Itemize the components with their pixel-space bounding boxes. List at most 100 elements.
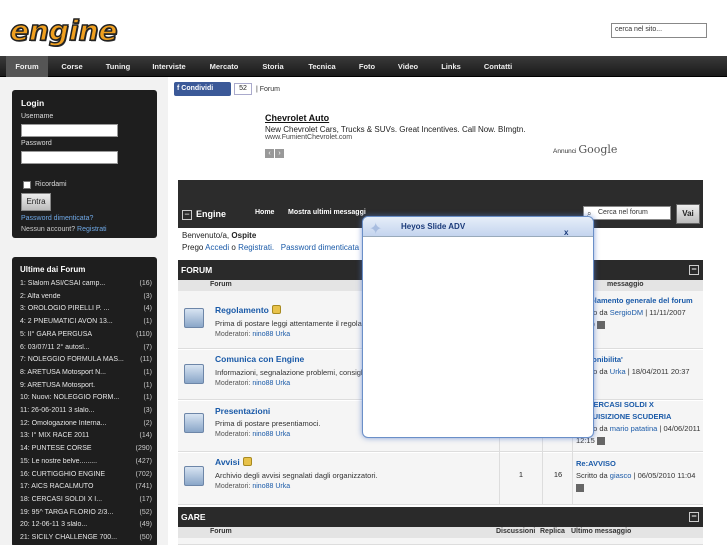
recent-post-item[interactable]: 18: CERCASI SOLDI X I... (17) (20, 496, 152, 508)
recent-post-title: 10: Nuovi: NOLEGGIO FORM... (20, 394, 120, 402)
ad-attribution[interactable]: Annunci Google (553, 143, 617, 156)
nav-tecnica[interactable]: Tecnica (300, 56, 344, 77)
last-post-user[interactable]: Urka (610, 367, 626, 376)
recent-post-title: 15: Le nostre belve......... (20, 457, 98, 465)
recent-post-item[interactable]: 15: Le nostre belve......... (427) (20, 458, 152, 470)
last-post-user[interactable]: giasco (610, 471, 632, 480)
recent-post-item[interactable]: 19: 95^ TARGA FLORIO 2/3... (52) (20, 509, 152, 521)
password-input[interactable] (21, 151, 118, 164)
col-forum: Forum (210, 281, 232, 288)
last-post-title[interactable]: Re:CERCASI SOLDI X ACQUISIZIONE SCUDERIA (576, 399, 701, 423)
goto-icon[interactable] (596, 437, 605, 446)
recent-post-item[interactable]: 4: 2 PNEUMATICI AVON 13... (1) (20, 318, 152, 330)
moderator-link[interactable]: nino88 (252, 431, 273, 438)
collapse-icon[interactable]: − (689, 265, 699, 275)
nav-interviste[interactable]: Interviste (143, 56, 195, 77)
remember-label: Ricordami (35, 181, 67, 188)
recent-post-item[interactable]: 14: PUNTESE CORSE (290) (20, 445, 152, 457)
forum-title[interactable]: Avvisi (215, 457, 252, 467)
recent-post-item[interactable]: 9: ARETUSA Motosport. (1) (20, 382, 152, 394)
goto-icon[interactable] (576, 484, 584, 493)
recent-post-item[interactable]: 7: NOLEGGIO FORMULA MAS... (11) (20, 356, 152, 368)
remember-checkbox[interactable] (23, 181, 31, 189)
login-button[interactable]: Entra (21, 193, 51, 211)
forum-search-input[interactable]: ⌕ Cerca nel forum (583, 206, 671, 220)
last-post-date: | 18/04/2011 20:37 (627, 367, 690, 376)
section-gare-title: GARE (181, 512, 206, 522)
welcome-prefix: Benvenuto/a, (182, 231, 230, 240)
forum-row[interactable] (178, 538, 703, 545)
forum-desc: Informazioni, segnalazione problemi, con… (215, 368, 371, 377)
register-link[interactable]: Registrati (77, 226, 107, 233)
site-search-input[interactable]: cerca nel sito... (611, 23, 707, 38)
moderator-link[interactable]: nino88 (252, 483, 273, 490)
recent-post-item[interactable]: 11: 26-06-2011 3 slalo... (3) (20, 407, 152, 419)
recent-post-item[interactable]: 5: II° GARA PERGUSA (110) (20, 331, 152, 343)
sidebar: Login Username Password Ricordami Entra … (0, 77, 168, 545)
discussion-count: 1 (518, 470, 524, 479)
recent-post-item[interactable]: 10: Nuovi: NOLEGGIO FORM... (1) (20, 394, 152, 406)
welcome-forgot-link[interactable]: Password dimenticata (281, 243, 359, 252)
last-post-user[interactable]: SergioDM (610, 308, 643, 317)
forum-row[interactable]: Avvisi Archivio degli avvisi segnalati d… (178, 453, 703, 505)
collapse-icon[interactable]: − (689, 512, 699, 522)
welcome-register-link[interactable]: Registrati. (238, 243, 274, 252)
google-logo: Google (578, 143, 618, 156)
welcome-login-link[interactable]: Accedi (205, 243, 229, 252)
arrow-left-icon[interactable]: ‹ (265, 149, 274, 158)
forum-title[interactable]: Presentazioni (215, 406, 270, 416)
collapse-icon[interactable]: − (182, 210, 192, 220)
recent-post-item[interactable]: 1: Slalom ASI/CSAI camp... (16) (20, 280, 152, 292)
arrow-right-icon[interactable]: › (275, 149, 284, 158)
nav-storia[interactable]: Storia (252, 56, 294, 77)
mods-label: Moderatori: (215, 331, 251, 338)
nav-video[interactable]: Video (390, 56, 426, 77)
recent-post-item[interactable]: 6: 03/07/11 2° autosl... (7) (20, 344, 152, 356)
moderator-link[interactable]: Urka (275, 483, 290, 490)
facebook-share-button[interactable]: f Condividi (174, 82, 231, 96)
last-post-title[interactable]: Re:AVVISO (576, 458, 701, 470)
nav-contatti[interactable]: Contatti (476, 56, 520, 77)
forum-name: Engine (196, 209, 227, 219)
top-navigation: Forum Corse Tuning Interviste Mercato St… (0, 56, 727, 77)
lock-icon (271, 305, 281, 314)
nav-mercato[interactable]: Mercato (200, 56, 248, 77)
recent-post-item[interactable]: 2: Alfa vende (3) (20, 293, 152, 305)
moderator-link[interactable]: nino88 (252, 380, 273, 387)
forum-home-link[interactable]: Home (255, 209, 274, 216)
forum-title[interactable]: Comunica con Engine (215, 354, 304, 364)
nav-foto[interactable]: Foto (350, 56, 384, 77)
recent-post-item[interactable]: 16: CURTIGGHIO ENGINE (702) (20, 471, 152, 483)
last-post-title[interactable]: Disponibilita' (576, 354, 701, 366)
moderator-link[interactable]: Urka (275, 331, 290, 338)
site-logo[interactable]: engine (9, 13, 118, 48)
close-icon[interactable]: x (564, 228, 568, 237)
recent-post-title: 9: ARETUSA Motosport. (20, 381, 96, 389)
moderator-link[interactable]: Urka (275, 431, 290, 438)
forgot-password-link[interactable]: Password dimenticata? (21, 215, 93, 222)
forum-icon (184, 466, 204, 486)
nav-corse[interactable]: Corse (52, 56, 92, 77)
recent-post-item[interactable]: 8: ARETUSA Motosport N... (1) (20, 369, 152, 381)
forum-title[interactable]: Regolamento (215, 305, 281, 315)
nav-forum[interactable]: Forum (6, 56, 48, 77)
moderator-link[interactable]: Urka (275, 380, 290, 387)
goto-icon[interactable] (596, 321, 605, 330)
recent-post-item[interactable]: 17: AICS RACALMUTO (741) (20, 483, 152, 495)
ad-title[interactable]: Chevrolet Auto (265, 113, 625, 123)
recent-post-item[interactable]: 12: Omologazione Interna... (2) (20, 420, 152, 432)
nav-tuning[interactable]: Tuning (97, 56, 139, 77)
last-post-user[interactable]: mario patatina (610, 424, 658, 433)
username-input[interactable] (21, 124, 118, 137)
forum-latest-link[interactable]: Mostra ultimi messaggi (288, 209, 366, 216)
recent-post-item[interactable]: 13: I° MIX RACE 2011 (14) (20, 432, 152, 444)
recent-post-item[interactable]: 21: SICILY CHALLENGE 700... (50) (20, 534, 152, 545)
recent-post-item[interactable]: 3: OROLOGIO PIRELLI P. ... (4) (20, 305, 152, 317)
recent-post-count: (741) (135, 483, 152, 491)
recent-post-item[interactable]: 20: 12-06-11 3 slalo... (49) (20, 521, 152, 533)
nav-links[interactable]: Links (433, 56, 469, 77)
forum-search-button[interactable]: Vai (676, 204, 700, 224)
moderator-link[interactable]: nino88 (252, 331, 273, 338)
ad-url[interactable]: www.FumientChevrolet.com (265, 134, 625, 141)
last-post-title[interactable]: Regolamento generale del forum (576, 295, 701, 307)
